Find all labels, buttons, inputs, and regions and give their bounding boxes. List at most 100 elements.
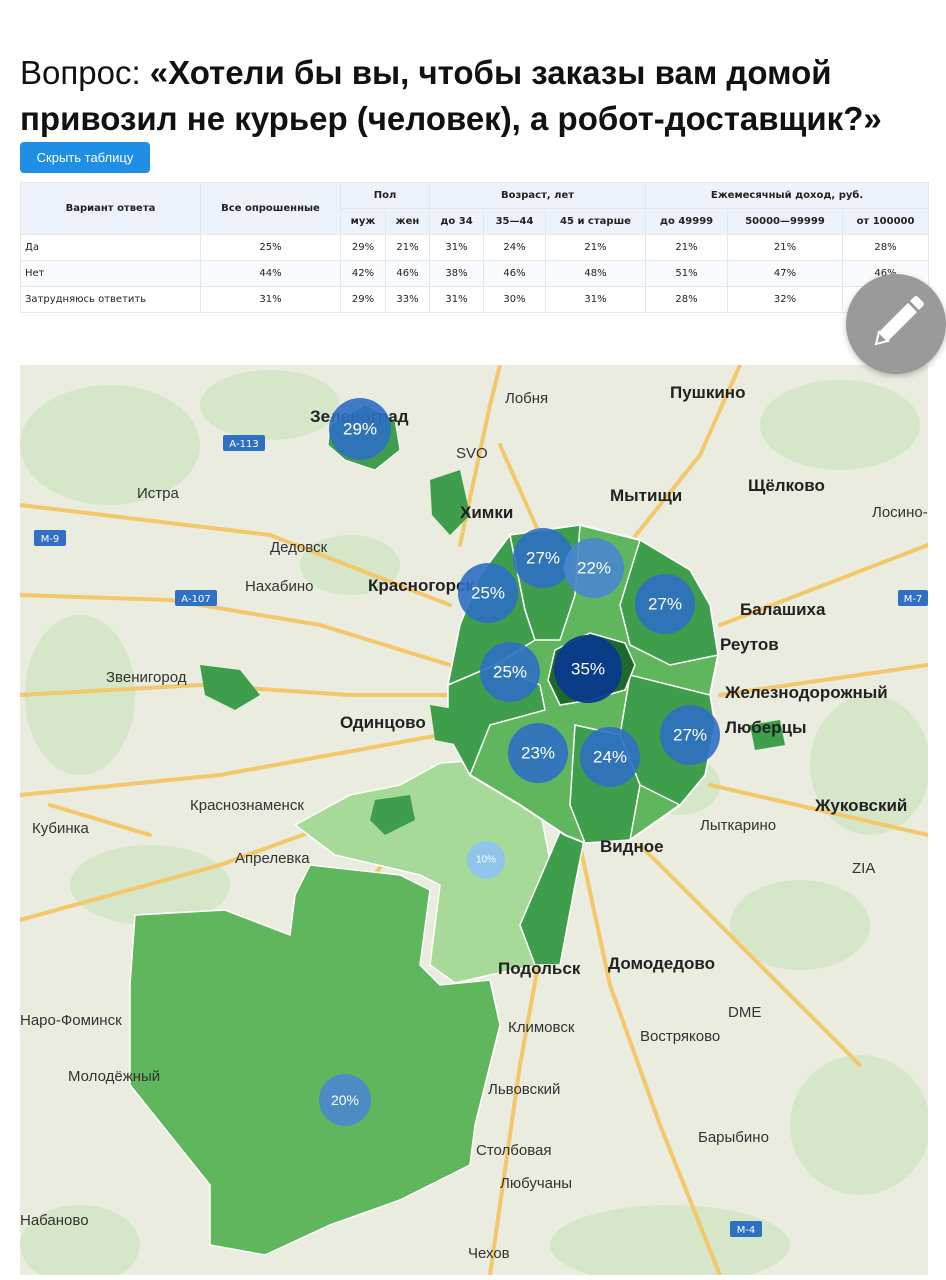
- header-answer: Вариант ответа: [20, 182, 201, 235]
- place-label: Химки: [460, 503, 513, 522]
- header-income-2: 50000—99999: [727, 208, 844, 235]
- question-text: «Хотели бы вы, чтобы заказы вам домой пр…: [20, 54, 882, 137]
- place-label: Реутов: [720, 635, 779, 654]
- place-label: Апрелевка: [235, 850, 310, 867]
- table-cell: 44%: [200, 260, 341, 287]
- place-label: Климовск: [508, 1019, 575, 1036]
- row-label: Нет: [20, 260, 201, 287]
- region-value: 29%: [343, 420, 377, 439]
- header-age-1: до 34: [429, 208, 485, 235]
- place-label: Видное: [600, 837, 664, 856]
- header-all: Все опрошенные: [200, 182, 341, 235]
- table-cell: 31%: [429, 286, 485, 313]
- place-label: Востряково: [640, 1028, 720, 1045]
- table-cell: 21%: [384, 234, 431, 261]
- table-cell: 21%: [545, 234, 647, 261]
- region-value: 27%: [648, 595, 682, 614]
- airport-label: SVO: [456, 445, 488, 462]
- map-canvas: А-113 М-9 А-107 М-7 М-4 Зеленоград Лобня…: [20, 365, 928, 1275]
- table-row: Нет 44% 42% 46% 38% 46% 48% 51% 47% 46%: [20, 260, 930, 287]
- place-label: Одинцово: [340, 713, 426, 732]
- place-label: Истра: [137, 485, 179, 502]
- header-age-3: 45 и старше: [545, 208, 647, 235]
- place-label: Домодедово: [608, 954, 715, 973]
- region-value: 20%: [331, 1092, 359, 1108]
- table-cell: 46%: [483, 260, 547, 287]
- table-cell: 33%: [384, 286, 431, 313]
- region-value: 35%: [571, 660, 605, 679]
- moscow-regions: [129, 404, 785, 1256]
- edit-button[interactable]: [846, 274, 946, 374]
- header-female: жен: [384, 208, 431, 235]
- header-income: Ежемесячный доход, руб.: [645, 182, 930, 209]
- place-label: Молодёжный: [68, 1068, 160, 1085]
- highway-label: А-107: [181, 594, 211, 605]
- table-cell: 51%: [645, 260, 729, 287]
- place-label: Лосино-Петровский: [872, 504, 928, 521]
- table-cell: 48%: [545, 260, 647, 287]
- place-label: Подольск: [498, 959, 581, 978]
- place-label: Лобня: [505, 390, 548, 407]
- place-label: Чехов: [468, 1245, 510, 1262]
- table-cell: 28%: [842, 234, 930, 261]
- table-cell: 32%: [727, 286, 844, 313]
- table-cell: 21%: [727, 234, 844, 261]
- table-cell: 46%: [384, 260, 431, 287]
- region-value: 10%: [476, 855, 496, 866]
- region-value: 25%: [471, 584, 505, 603]
- region-value: 24%: [593, 748, 627, 767]
- table-cell: 28%: [645, 286, 729, 313]
- question-title: Вопрос: «Хотели бы вы, чтобы заказы вам …: [20, 50, 930, 142]
- place-label: Львовский: [488, 1081, 560, 1098]
- table-row: Да 25% 29% 21% 31% 24% 21% 21% 21% 28%: [20, 234, 930, 261]
- table-cell: 47%: [727, 260, 844, 287]
- region-value: 27%: [673, 726, 707, 745]
- table-cell: 42%: [340, 260, 386, 287]
- place-label: Столбовая: [476, 1142, 552, 1159]
- place-label: Лыткарино: [700, 817, 776, 834]
- airport-label: ZIA: [852, 860, 875, 877]
- highway-label: А-113: [229, 439, 259, 450]
- place-label: Люберцы: [725, 718, 807, 737]
- table-cell: 24%: [483, 234, 547, 261]
- highway-label: М-7: [904, 594, 923, 605]
- airport-label: DME: [728, 1004, 761, 1021]
- highway-label: М-9: [41, 534, 60, 545]
- place-label: Балашиха: [740, 600, 826, 619]
- place-label: Жуковский: [814, 796, 907, 815]
- survey-table: Вариант ответа Все опрошенные Пол Возрас…: [20, 182, 930, 313]
- place-label: Нахабино: [245, 578, 313, 595]
- header-income-1: до 49999: [645, 208, 729, 235]
- moscow-map[interactable]: А-113 М-9 А-107 М-7 М-4 Зеленоград Лобня…: [20, 365, 928, 1275]
- place-label: Щёлково: [748, 476, 825, 495]
- table-cell: 31%: [429, 234, 485, 261]
- table-cell: 21%: [645, 234, 729, 261]
- table-cell: 31%: [200, 286, 341, 313]
- place-label: Любучаны: [500, 1175, 572, 1192]
- table-cell: 25%: [200, 234, 341, 261]
- place-label: Набаново: [20, 1212, 89, 1229]
- place-label: Дедовск: [270, 539, 328, 556]
- table-row: Затрудняюсь ответить 31% 29% 33% 31% 30%…: [20, 286, 930, 313]
- table-header-row: Вариант ответа Все опрошенные Пол Возрас…: [20, 182, 930, 235]
- row-label: Затрудняюсь ответить: [20, 286, 201, 313]
- place-label: Кубинка: [32, 820, 90, 837]
- region-fragment: [200, 665, 260, 710]
- header-male: муж: [340, 208, 386, 235]
- region-value: 25%: [493, 663, 527, 682]
- highway-label: М-4: [737, 1225, 756, 1236]
- place-label: Наро-Фоминск: [20, 1012, 122, 1029]
- place-label: Краснознаменск: [190, 797, 304, 814]
- place-label: Звенигород: [106, 669, 187, 686]
- region-value: 23%: [521, 744, 555, 763]
- row-label: Да: [20, 234, 201, 261]
- table-cell: 38%: [429, 260, 485, 287]
- header-gender: Пол: [339, 182, 431, 209]
- place-label: Мытищи: [610, 486, 682, 505]
- table-cell: 30%: [483, 286, 547, 313]
- hide-table-button[interactable]: Скрыть таблицу: [20, 142, 150, 173]
- place-label: Пушкино: [670, 383, 745, 402]
- table-cell: 29%: [340, 234, 386, 261]
- table-cell: 29%: [340, 286, 386, 313]
- region-value: 22%: [577, 559, 611, 578]
